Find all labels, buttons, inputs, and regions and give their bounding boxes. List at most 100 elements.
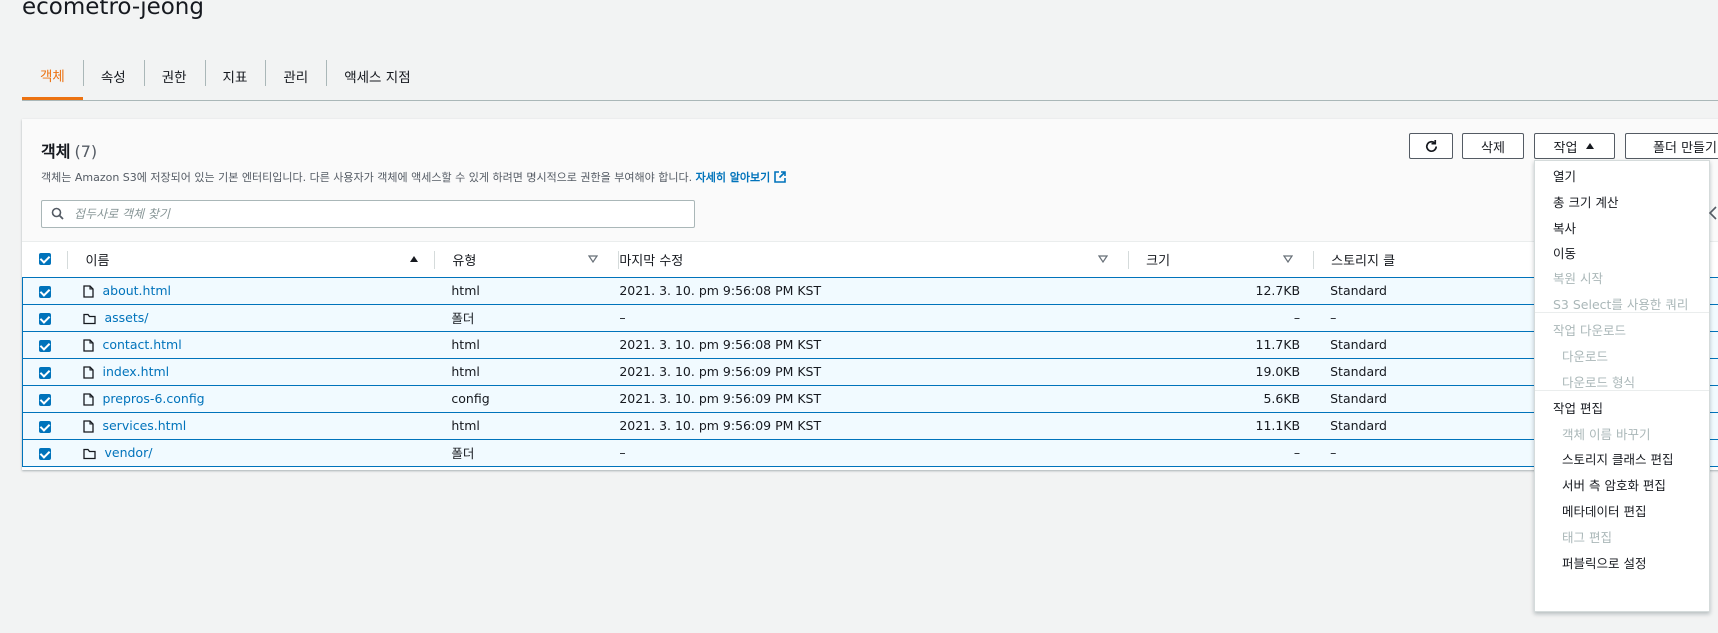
row-checkbox[interactable] bbox=[39, 312, 51, 325]
object-name-cell: services.html bbox=[67, 411, 435, 440]
object-type: 폴더 bbox=[434, 303, 619, 332]
object-name-link[interactable]: index.html bbox=[102, 364, 169, 379]
col-name[interactable]: 이름 bbox=[67, 242, 434, 277]
sort-toggle-icon bbox=[1098, 255, 1109, 263]
chevron-left-icon[interactable] bbox=[1708, 206, 1718, 220]
table-row[interactable]: index.html html 2021. 3. 10. pm 9:56:09 PM… bbox=[22, 357, 1718, 386]
sort-toggle-icon bbox=[1283, 255, 1294, 263]
object-name-cell: vendor/ bbox=[67, 438, 435, 467]
object-name-cell: index.html bbox=[67, 357, 435, 386]
panel-description: 객체는 Amazon S3에 저장되어 있는 기본 엔터티입니다. 다른 사용자… bbox=[41, 169, 787, 185]
col-modified-label: 마지막 수정 bbox=[619, 253, 684, 269]
object-name-link[interactable]: vendor/ bbox=[104, 445, 152, 460]
object-size: – bbox=[1128, 303, 1314, 332]
search-input[interactable] bbox=[72, 204, 676, 224]
tab-access-points[interactable]: 액세스 지점 bbox=[326, 52, 428, 100]
delete-button[interactable]: 삭제 bbox=[1462, 133, 1524, 159]
actions-button-label: 작업 bbox=[1553, 140, 1578, 156]
menu-item: 다운로드 형식 bbox=[1562, 375, 1635, 390]
objects-panel-header: 객체 (7) 객체는 Amazon S3에 저장되어 있는 기본 엔터티입니다. … bbox=[22, 119, 1718, 242]
object-name-link[interactable]: prepros-6.config bbox=[102, 391, 204, 406]
object-size: 19.0KB bbox=[1128, 357, 1314, 386]
col-name-label: 이름 bbox=[85, 253, 110, 269]
tab-management[interactable]: 관리 bbox=[265, 52, 326, 100]
select-all-checkbox[interactable] bbox=[38, 253, 51, 266]
create-folder-button[interactable]: 폴더 만들기 bbox=[1625, 133, 1718, 159]
row-checkbox[interactable] bbox=[39, 393, 51, 406]
col-size[interactable]: 크기 bbox=[1128, 242, 1313, 277]
menu-divider bbox=[1535, 390, 1709, 391]
row-checkbox[interactable] bbox=[39, 285, 51, 298]
menu-item[interactable]: 스토리지 클래스 편집 bbox=[1562, 449, 1673, 468]
sort-toggle-icon bbox=[588, 255, 599, 263]
menu-item: 작업 다운로드 bbox=[1553, 323, 1626, 338]
folder-icon bbox=[83, 313, 97, 325]
menu-item[interactable]: 메타데이터 편집 bbox=[1562, 501, 1646, 520]
file-icon bbox=[83, 420, 95, 433]
object-last-modified: 2021. 3. 10. pm 9:56:09 PM KST bbox=[618, 384, 1129, 413]
object-name-link[interactable]: about.html bbox=[102, 283, 171, 298]
object-size: 5.6KB bbox=[1128, 384, 1314, 413]
table-row[interactable]: assets/폴더 – – – bbox=[22, 303, 1718, 332]
col-storage-label: 스토리지 클 bbox=[1331, 253, 1396, 269]
object-name-cell: about.html bbox=[67, 276, 435, 305]
menu-item[interactable]: 총 크기 계산 bbox=[1553, 192, 1618, 211]
actions-button[interactable]: 작업 bbox=[1534, 133, 1615, 159]
object-last-modified: 2021. 3. 10. pm 9:56:08 PM KST bbox=[618, 330, 1129, 359]
row-checkbox[interactable] bbox=[39, 447, 51, 460]
object-count: (7) bbox=[74, 142, 98, 161]
menu-item[interactable]: 복사 bbox=[1553, 218, 1576, 237]
menu-item[interactable]: 이동 bbox=[1553, 243, 1576, 262]
object-type: html bbox=[434, 411, 619, 440]
learn-more-label: 자세히 알아보기 bbox=[695, 171, 771, 184]
table-row[interactable]: prepros-6.config config 2021. 3. 10. pm 9:… bbox=[22, 384, 1718, 413]
table-row[interactable]: contact.html html 2021. 3. 10. pm 9:56:08 … bbox=[22, 330, 1718, 359]
row-checkbox[interactable] bbox=[39, 420, 51, 433]
tab-permissions[interactable]: 권한 bbox=[143, 52, 205, 100]
file-icon bbox=[83, 285, 95, 298]
object-last-modified: – bbox=[618, 303, 1129, 332]
menu-item: 객체 이름 바꾸기 bbox=[1562, 427, 1651, 442]
external-link-icon bbox=[774, 171, 787, 183]
tab-properties[interactable]: 속성 bbox=[82, 52, 144, 100]
row-checkbox-cell bbox=[22, 411, 68, 440]
tab-metrics[interactable]: 지표 bbox=[204, 52, 266, 100]
object-name-cell: prepros-6.config bbox=[67, 384, 435, 413]
menu-item[interactable]: 작업 편집 bbox=[1553, 398, 1603, 417]
select-all-header bbox=[23, 242, 68, 277]
learn-more-link[interactable]: 자세히 알아보기 bbox=[696, 171, 787, 184]
menu-item: 태그 편집 bbox=[1562, 530, 1612, 545]
table-row[interactable]: vendor/폴더 – – – bbox=[22, 438, 1718, 467]
menu-item: 다운로드 bbox=[1562, 349, 1609, 364]
object-name-cell: assets/ bbox=[67, 303, 435, 332]
table-header: 이름 유형 마지막 수정 크기 스토리지 클 bbox=[23, 242, 1718, 277]
row-checkbox[interactable] bbox=[39, 339, 51, 352]
object-type: config bbox=[434, 384, 619, 413]
col-last-modified[interactable]: 마지막 수정 bbox=[618, 242, 1128, 277]
object-last-modified: 2021. 3. 10. pm 9:56:09 PM KST bbox=[618, 411, 1129, 440]
file-icon bbox=[83, 366, 95, 379]
object-name-link[interactable]: assets/ bbox=[104, 310, 148, 325]
menu-item[interactable]: 퍼블릭으로 설정 bbox=[1562, 553, 1646, 572]
refresh-button[interactable] bbox=[1409, 133, 1453, 159]
row-checkbox[interactable] bbox=[39, 366, 51, 379]
object-name-link[interactable]: services.html bbox=[102, 418, 186, 433]
refresh-icon bbox=[1425, 139, 1437, 152]
tab-objects[interactable]: 객체 bbox=[22, 52, 83, 100]
object-last-modified: 2021. 3. 10. pm 9:56:09 PM KST bbox=[618, 357, 1129, 386]
col-type[interactable]: 유형 bbox=[434, 242, 618, 277]
menu-item[interactable]: 서버 측 암호화 편집 bbox=[1562, 475, 1666, 494]
description-text: 객체는 Amazon S3에 저장되어 있는 기본 엔터티입니다. 다른 사용자… bbox=[41, 171, 693, 184]
table-row[interactable]: services.html html 2021. 3. 10. pm 9:56:09… bbox=[22, 411, 1718, 440]
object-size: 12.7KB bbox=[1128, 276, 1314, 305]
menu-item[interactable]: 열기 bbox=[1553, 166, 1576, 185]
object-last-modified: – bbox=[618, 438, 1129, 467]
tab-bar: 객체 속성 권한 지표 관리 액세스 지점 bbox=[22, 52, 429, 100]
table-row[interactable]: about.html html 2021. 3. 10. pm 9:56:08 PM… bbox=[22, 276, 1718, 305]
object-name-link[interactable]: contact.html bbox=[102, 337, 181, 352]
sort-asc-icon bbox=[410, 256, 419, 262]
object-size: – bbox=[1128, 438, 1314, 467]
object-size: 11.1KB bbox=[1128, 411, 1314, 440]
row-checkbox-cell bbox=[22, 330, 68, 359]
tabs-divider bbox=[22, 100, 1718, 101]
